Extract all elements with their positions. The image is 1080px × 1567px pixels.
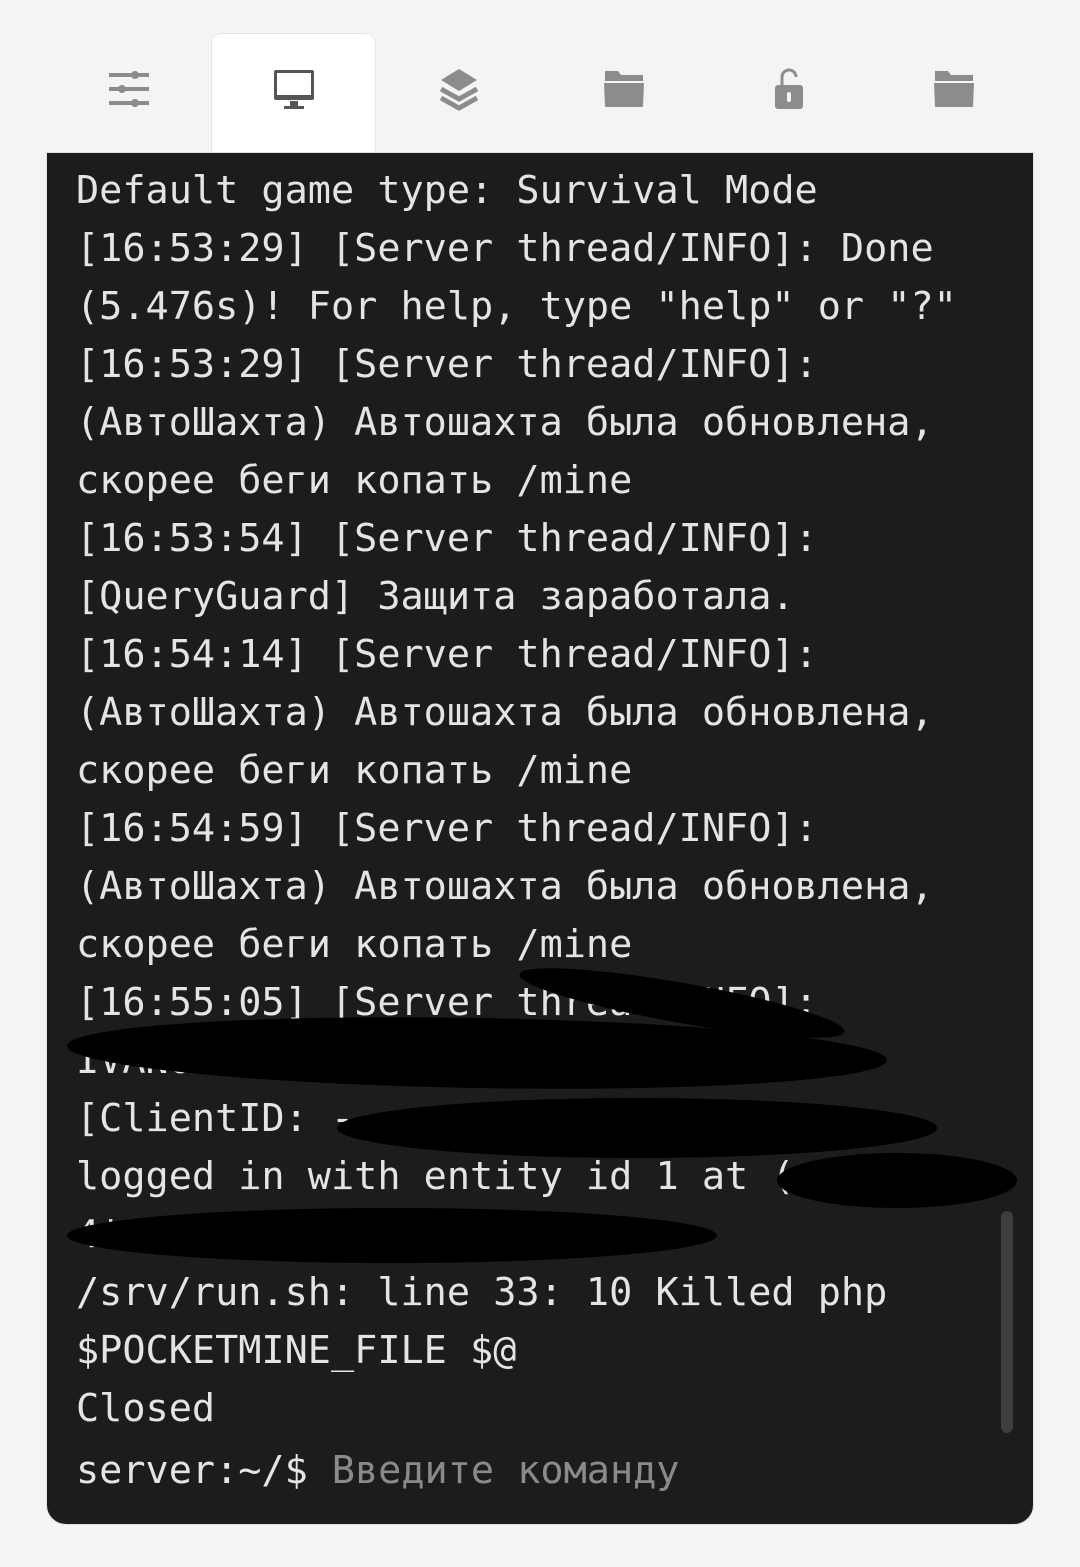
console-panel: Default game type: Survival Mode [16:53:2…: [46, 152, 1034, 1525]
console-line: /srv/run.sh: line 33: 10 Killed php: [76, 1270, 888, 1315]
console-line: скорее беги копать /mine: [76, 748, 633, 793]
console-line: [16:53:29] [Server thread/INFO]:: [76, 342, 818, 387]
unlock-icon: [774, 68, 803, 109]
console-line: [QueryGuard] Защита заработала.: [76, 574, 795, 619]
tab-files[interactable]: [541, 33, 706, 152]
console-line: (5.476s)! For help, type "help" or "?": [76, 284, 957, 329]
console-line: (АвтоШахта) Автошахта была обновлена,: [76, 690, 934, 735]
folder-icon: [603, 71, 644, 107]
command-line: server:~/$: [76, 1442, 932, 1500]
console-line: скорее беги копать /mine: [76, 458, 633, 503]
console-line: Closed: [76, 1386, 216, 1431]
sliders-icon: [108, 71, 149, 107]
folder-icon: [933, 71, 974, 107]
tab-access[interactable]: [706, 33, 871, 152]
prompt-label: server:~/$: [76, 1448, 308, 1493]
console-line: (АвтоШахта) Автошахта была обновлена,: [76, 400, 934, 445]
console-line: Default game type: Survival Mode: [76, 168, 818, 213]
console-line: $POCKETMINE_FILE $@: [76, 1328, 517, 1373]
command-input[interactable]: [331, 1442, 932, 1500]
console-line: [16:53:54] [Server thread/INFO]:: [76, 516, 818, 561]
console-line: [16:54:59] [Server thread/INFO]:: [76, 806, 818, 851]
redaction-mark: [67, 1208, 717, 1263]
layers-icon: [439, 69, 478, 111]
monitor-icon: [273, 70, 314, 109]
tab-bar: [46, 33, 1036, 152]
redaction-mark: [777, 1153, 1017, 1208]
console-line: [16:53:29] [Server thread/INFO]: Done: [76, 226, 934, 271]
tab-console[interactable]: [211, 33, 376, 152]
tab-backups[interactable]: [871, 33, 1036, 152]
tab-settings[interactable]: [46, 33, 211, 152]
console-line: скорее беги копать /mine: [76, 922, 633, 967]
redaction-mark: [337, 1098, 937, 1158]
console-line: [16:54:14] [Server thread/INFO]:: [76, 632, 818, 677]
scrollbar[interactable]: [1001, 1211, 1013, 1433]
console-line: (АвтоШахта) Автошахта была обновлена,: [76, 864, 934, 909]
tab-plugins[interactable]: [376, 33, 541, 152]
